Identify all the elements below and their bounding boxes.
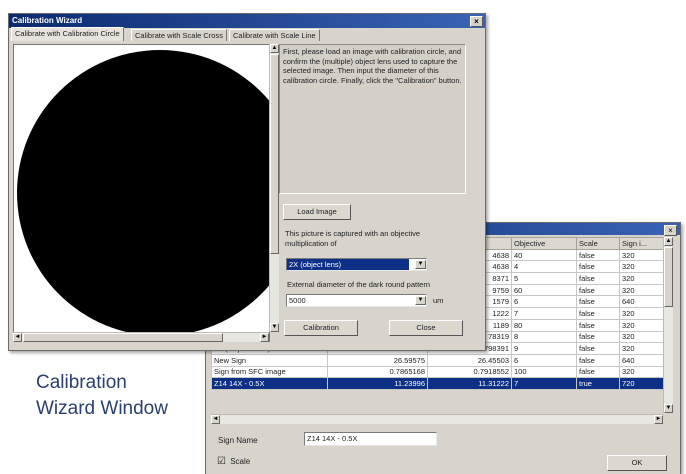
cell-sign: 320 xyxy=(619,260,664,274)
sign-table-vertical-scrollbar[interactable]: ▲ ▼ xyxy=(663,237,673,413)
cell-scale: false xyxy=(576,330,620,344)
cell-sign: 320 xyxy=(619,318,664,332)
cell-scale: false xyxy=(576,248,620,262)
sign-name-input[interactable]: Z14 14X - 0.5X xyxy=(304,432,437,446)
cell-scale: false xyxy=(576,260,620,274)
diameter-unit: um xyxy=(433,296,444,305)
cell-objective: 60 xyxy=(511,283,577,297)
cell-objective: 9 xyxy=(511,342,577,355)
objective-text: This picture is captured with an objecti… xyxy=(285,229,421,248)
scrollbar-thumb[interactable] xyxy=(664,247,673,307)
caption: Calibration Wizard Window xyxy=(36,370,168,422)
ok-button[interactable]: OK xyxy=(607,455,667,471)
cell-objective: 7 xyxy=(511,307,577,320)
cell-axes: 0.7918552 xyxy=(427,365,512,379)
column-header-sign[interactable]: Sign i... xyxy=(619,237,664,250)
scale-checkbox-label: Scale xyxy=(230,457,251,466)
cell-objective: 7 xyxy=(511,377,577,390)
cell-sign: 320 xyxy=(619,365,664,379)
image-scroll-up-icon[interactable]: ▲ xyxy=(270,44,279,53)
image-scroll-down-icon[interactable]: ▼ xyxy=(270,323,279,332)
sign-name-label: Sign Name xyxy=(218,436,258,445)
column-header-objective[interactable]: Objective xyxy=(511,237,577,250)
cell-scale: false xyxy=(576,295,620,309)
scroll-right-icon[interactable]: ► xyxy=(654,415,663,424)
cell-objective: 8 xyxy=(511,330,577,344)
cell-value-1: 11.23996 xyxy=(327,377,428,390)
cell-scale: false xyxy=(576,272,620,285)
cell-objective: 4 xyxy=(511,260,577,274)
cell-axes: 26.45503 xyxy=(427,353,512,367)
cell-objective: 80 xyxy=(511,318,577,332)
scroll-down-icon[interactable]: ▼ xyxy=(664,404,673,413)
cell-scale: false xyxy=(576,353,620,367)
cell-name: New Sign xyxy=(211,353,328,367)
tab-calibration-circle[interactable]: Calibrate with Calibration Circle xyxy=(11,27,124,41)
cell-sign: 640 xyxy=(619,295,664,309)
caption-line-1: Calibration xyxy=(36,372,127,393)
checkbox-checked-icon[interactable]: ☑ xyxy=(217,456,226,467)
instructions-text: First, please load an image with calibra… xyxy=(283,47,462,85)
table-row[interactable]: Sign from SFC image 0.7865168 0.7918552 100… xyxy=(211,365,664,379)
sign-list-close-button[interactable]: × xyxy=(664,225,677,236)
objective-select[interactable]: 2X (object lens) ▼ xyxy=(286,258,427,271)
image-scroll-left-icon[interactable]: ◄ xyxy=(13,333,22,342)
diameter-text: External diameter of the dark round patt… xyxy=(287,280,430,289)
objective-dropdown-icon[interactable]: ▼ xyxy=(415,260,426,269)
cell-name: Sign from SFC image xyxy=(211,365,328,379)
diameter-value: 5000 xyxy=(289,296,306,305)
cell-scale: false xyxy=(576,307,620,320)
column-header-scale[interactable]: Scale xyxy=(576,237,620,250)
diameter-input[interactable]: 5000 ▼ xyxy=(286,294,427,307)
caption-line-2: Wizard Window xyxy=(36,398,168,419)
close-button[interactable]: Close xyxy=(389,320,463,336)
cell-axes: 11.31222 xyxy=(427,377,512,390)
objective-selected-value: 2X (object lens) xyxy=(287,259,409,270)
cell-name: Z14 14X - 0.5X xyxy=(211,377,328,390)
scroll-left-icon[interactable]: ◄ xyxy=(211,415,220,424)
cell-value-1: 26.59575 xyxy=(327,353,428,367)
image-vertical-scrollbar[interactable]: ▲ ▼ xyxy=(269,44,279,332)
cell-sign: 320 xyxy=(619,248,664,262)
cell-scale: false xyxy=(576,283,620,297)
table-row-selected[interactable]: Z14 14X - 0.5X 11.23996 11.31222 7 true 720 xyxy=(211,377,664,390)
cell-scale: false xyxy=(576,342,620,355)
cell-value-1: 0.7865168 xyxy=(327,365,428,379)
cell-sign: 320 xyxy=(619,272,664,285)
load-image-button[interactable]: Load Image xyxy=(283,204,351,220)
cell-sign: 640 xyxy=(619,353,664,367)
cell-objective: 6 xyxy=(511,295,577,309)
cell-objective: 5 xyxy=(511,272,577,285)
cell-sign: 320 xyxy=(619,330,664,344)
calibration-circle-image xyxy=(17,50,269,336)
diameter-dropdown-icon[interactable]: ▼ xyxy=(415,296,426,305)
window-title: Calibration Wizard xyxy=(12,16,83,25)
image-scrollbar-thumb[interactable] xyxy=(270,54,279,254)
calibration-wizard-titlebar: Calibration Wizard × xyxy=(9,14,485,28)
calibration-wizard-window: Calibration Wizard × Calibrate with Cali… xyxy=(8,13,486,351)
tab-scale-cross[interactable]: Calibrate with Scale Cross xyxy=(131,29,227,41)
sign-table-horizontal-scrollbar[interactable]: ◄ ► xyxy=(211,414,663,424)
cell-sign: 720 xyxy=(619,377,664,390)
instructions-box: First, please load an image with calibra… xyxy=(279,44,466,194)
image-h-scrollbar-thumb[interactable] xyxy=(23,333,223,342)
scale-checkbox[interactable]: ☑ Scale xyxy=(217,456,250,467)
calibration-button[interactable]: Calibration xyxy=(284,320,358,336)
cell-scale: false xyxy=(576,318,620,332)
image-preview-panel xyxy=(13,44,270,342)
wizard-close-icon[interactable]: × xyxy=(470,16,483,27)
image-horizontal-scrollbar[interactable]: ◄ ► xyxy=(13,332,269,342)
tab-scale-line[interactable]: Calibrate with Scale Line xyxy=(229,29,320,41)
cell-sign: 320 xyxy=(619,342,664,355)
image-scroll-right-icon[interactable]: ► xyxy=(260,333,269,342)
cell-objective: 40 xyxy=(511,248,577,262)
cell-sign: 320 xyxy=(619,307,664,320)
cell-objective: 6 xyxy=(511,353,577,367)
cell-scale: false xyxy=(576,365,620,379)
scroll-up-icon[interactable]: ▲ xyxy=(664,237,673,246)
table-row[interactable]: New Sign 26.59575 26.45503 6 false 640 xyxy=(211,353,664,367)
cell-sign: 320 xyxy=(619,283,664,297)
cell-objective: 100 xyxy=(511,365,577,379)
cell-scale: true xyxy=(576,377,620,390)
